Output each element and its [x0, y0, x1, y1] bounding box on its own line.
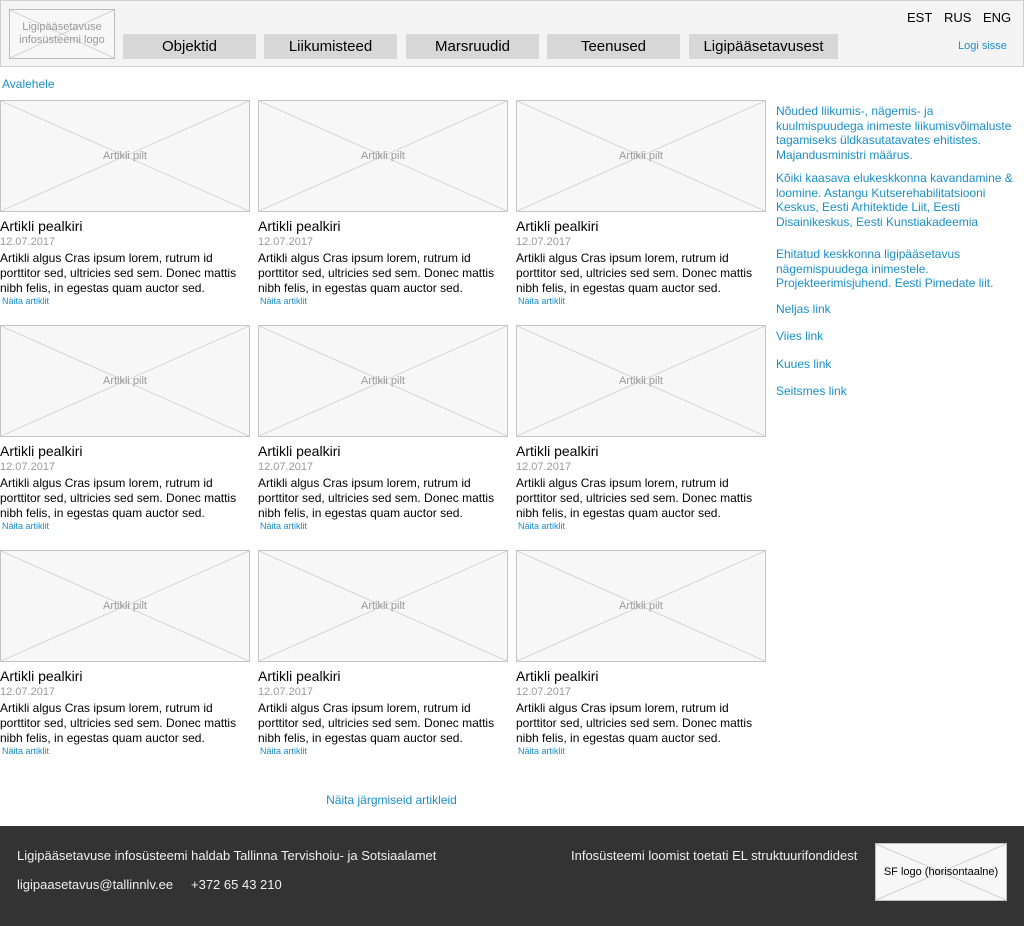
- lang-rus[interactable]: RUS: [944, 10, 971, 25]
- article-date: 12.07.2017: [0, 686, 56, 698]
- more-articles-link[interactable]: Näita järgmiseid artikleid: [0, 793, 783, 807]
- article-image-label: Artikli pilt: [102, 375, 147, 387]
- article-date: 12.07.2017: [0, 461, 56, 473]
- logo-text: Ligipääsetavuse infosüsteemi logo: [19, 21, 105, 46]
- article-read-link[interactable]: Näita artiklit: [518, 296, 565, 306]
- footer-phone: +372 65 43 210: [191, 877, 282, 892]
- footer: Ligipääsetavuse infosüsteemi haldab Tall…: [0, 826, 1024, 926]
- footer-funding: Infosüsteemi loomist toetati EL struktuu…: [571, 848, 858, 863]
- article-excerpt: Artikli algus Cras ipsum lorem, rutrum i…: [0, 251, 237, 295]
- article-excerpt: Artikli algus Cras ipsum lorem, rutrum i…: [258, 476, 495, 520]
- article-card: Artikli pilt Artikli pealkiri 12.07.2017 Ar…: [0, 100, 250, 315]
- article-card: Artikli pilt Artikli pealkiri 12.07.2017 Ar…: [0, 550, 250, 765]
- article-excerpt: Artikli algus Cras ipsum lorem, rutrum i…: [516, 251, 753, 295]
- article-title[interactable]: Artikli pealkiri: [258, 668, 340, 684]
- lang-eng[interactable]: ENG: [983, 10, 1011, 25]
- article-date: 12.07.2017: [516, 686, 572, 698]
- article-image-label: Artikli pilt: [360, 150, 405, 162]
- footer-email[interactable]: ligipaasetavus@tallinnlv.ee: [17, 877, 173, 892]
- sidebar-link-regulation[interactable]: Nõuded liikumis-, nägemis- ja kuulmispuu…: [776, 104, 1024, 162]
- breadcrumb-home[interactable]: Avalehele: [2, 77, 55, 91]
- sidebar-link-fourth[interactable]: Neljas link: [776, 302, 1024, 317]
- article-date: 12.07.2017: [258, 236, 314, 248]
- article-read-link[interactable]: Näita artiklit: [260, 746, 307, 756]
- article-excerpt: Artikli algus Cras ipsum lorem, rutrum i…: [0, 476, 237, 520]
- article-title[interactable]: Artikli pealkiri: [0, 443, 82, 459]
- nav-liikumisteed[interactable]: Liikumisteed: [264, 34, 397, 59]
- article-image[interactable]: Artikli pilt: [258, 550, 508, 662]
- article-image[interactable]: Artikli pilt: [516, 325, 766, 437]
- article-image-label: Artikli pilt: [360, 600, 405, 612]
- article-title[interactable]: Artikli pealkiri: [516, 443, 598, 459]
- login-link[interactable]: Logi sisse: [958, 40, 1007, 52]
- lang-est[interactable]: EST: [907, 10, 932, 25]
- article-read-link[interactable]: Näita artiklit: [260, 521, 307, 531]
- article-excerpt: Artikli algus Cras ipsum lorem, rutrum i…: [516, 701, 753, 745]
- article-read-link[interactable]: Näita artiklit: [2, 746, 49, 756]
- article-date: 12.07.2017: [258, 686, 314, 698]
- article-image[interactable]: Artikli pilt: [0, 100, 250, 212]
- article-read-link[interactable]: Näita artiklit: [2, 296, 49, 306]
- sidebar-link-inclusive-design[interactable]: Kõiki kaasava elukeskkonna kavandamine &…: [776, 171, 1024, 229]
- article-read-link[interactable]: Näita artiklit: [518, 746, 565, 756]
- nav-marsruudid[interactable]: Marsruudid: [406, 34, 539, 59]
- article-read-link[interactable]: Näita artiklit: [518, 521, 565, 531]
- article-title[interactable]: Artikli pealkiri: [0, 668, 82, 684]
- article-date: 12.07.2017: [258, 461, 314, 473]
- article-card: Artikli pilt Artikli pealkiri 12.07.2017 Ar…: [258, 550, 508, 765]
- article-title[interactable]: Artikli pealkiri: [258, 443, 340, 459]
- article-card: Artikli pilt Artikli pealkiri 12.07.2017 Ar…: [258, 100, 508, 315]
- article-image-label: Artikli pilt: [102, 150, 147, 162]
- footer-maintainer: Ligipääsetavuse infosüsteemi haldab Tall…: [17, 848, 437, 863]
- article-card: Artikli pilt Artikli pealkiri 12.07.2017 Ar…: [516, 325, 766, 540]
- nav-teenused[interactable]: Teenused: [547, 34, 680, 59]
- article-card: Artikli pilt Artikli pealkiri 12.07.2017 Ar…: [0, 325, 250, 540]
- article-image[interactable]: Artikli pilt: [0, 325, 250, 437]
- article-read-link[interactable]: Näita artiklit: [2, 521, 49, 531]
- article-date: 12.07.2017: [516, 461, 572, 473]
- header: Ligipääsetavuse infosüsteemi logo Objekt…: [0, 0, 1024, 67]
- article-date: 12.07.2017: [0, 236, 56, 248]
- sidebar-link-seventh[interactable]: Seitsmes link: [776, 384, 1024, 399]
- article-date: 12.07.2017: [516, 236, 572, 248]
- article-card: Artikli pilt Artikli pealkiri 12.07.2017 Ar…: [258, 325, 508, 540]
- sf-logo-text: SF logo (horisontaalne): [883, 866, 999, 878]
- article-excerpt: Artikli algus Cras ipsum lorem, rutrum i…: [0, 701, 237, 745]
- article-card: Artikli pilt Artikli pealkiri 12.07.2017 Ar…: [516, 550, 766, 765]
- nav-objektid[interactable]: Objektid: [123, 34, 256, 59]
- article-image-label: Artikli pilt: [360, 375, 405, 387]
- sidebar-link-fifth[interactable]: Viies link: [776, 329, 1024, 344]
- article-image-label: Artikli pilt: [102, 600, 147, 612]
- article-title[interactable]: Artikli pealkiri: [516, 218, 598, 234]
- article-image[interactable]: Artikli pilt: [258, 100, 508, 212]
- article-title[interactable]: Artikli pealkiri: [516, 668, 598, 684]
- nav-ligipaasetavusest[interactable]: Ligipääsetavusest: [689, 34, 838, 59]
- article-title[interactable]: Artikli pealkiri: [258, 218, 340, 234]
- article-image[interactable]: Artikli pilt: [0, 550, 250, 662]
- article-excerpt: Artikli algus Cras ipsum lorem, rutrum i…: [258, 701, 495, 745]
- sf-logo: SF logo (horisontaalne): [875, 843, 1007, 901]
- article-image-label: Artikli pilt: [618, 150, 663, 162]
- article-image-label: Artikli pilt: [618, 375, 663, 387]
- sidebar-link-sixth[interactable]: Kuues link: [776, 357, 1024, 372]
- article-read-link[interactable]: Näita artiklit: [260, 296, 307, 306]
- article-image-label: Artikli pilt: [618, 600, 663, 612]
- article-card: Artikli pilt Artikli pealkiri 12.07.2017 Ar…: [516, 100, 766, 315]
- article-excerpt: Artikli algus Cras ipsum lorem, rutrum i…: [258, 251, 495, 295]
- article-excerpt: Artikli algus Cras ipsum lorem, rutrum i…: [516, 476, 753, 520]
- article-image[interactable]: Artikli pilt: [516, 550, 766, 662]
- article-title[interactable]: Artikli pealkiri: [0, 218, 82, 234]
- article-image[interactable]: Artikli pilt: [258, 325, 508, 437]
- sidebar-link-visual-accessibility[interactable]: Ehitatud keskkonna ligipääsetavus nägemi…: [776, 247, 1024, 291]
- site-logo[interactable]: Ligipääsetavuse infosüsteemi logo: [9, 9, 115, 59]
- article-image[interactable]: Artikli pilt: [516, 100, 766, 212]
